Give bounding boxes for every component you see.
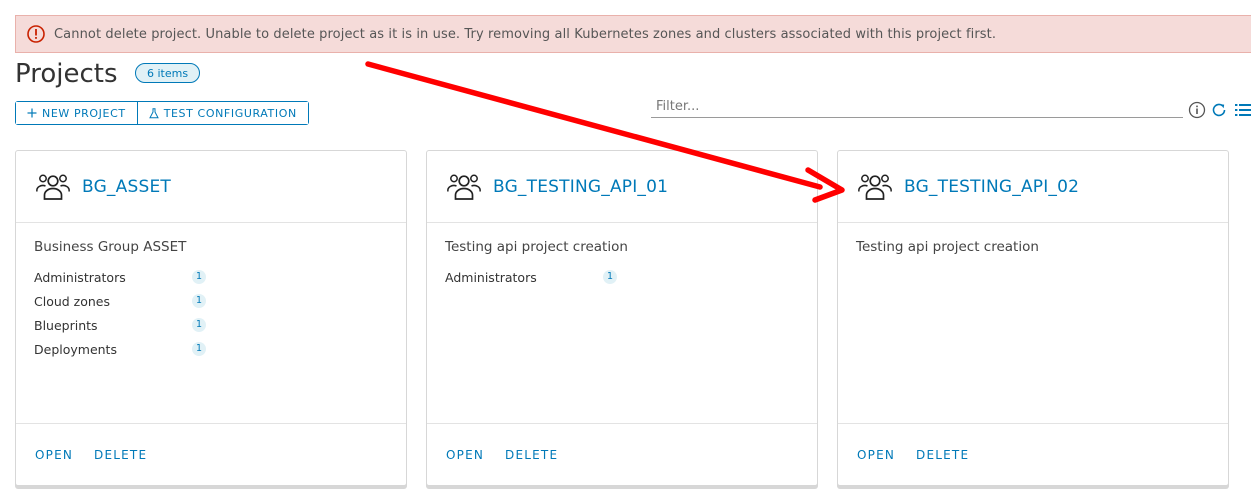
card-title[interactable]: BG_TESTING_API_01 [493,177,668,197]
filter-input[interactable] [651,96,1183,118]
card-footer: OPEN DELETE [838,423,1228,485]
stat-blueprints: Blueprints 1 [34,313,388,337]
project-card-bg-testing-api-02: BG_TESTING_API_02 Testing api project cr… [837,150,1229,486]
flask-icon [148,107,159,118]
card-description: Business Group ASSET [34,239,187,255]
card-description: Testing api project creation [856,239,1039,255]
plus-icon [27,108,37,118]
info-icon[interactable] [1188,101,1206,119]
stat-deployments: Deployments 1 [34,337,388,361]
test-configuration-button[interactable]: TEST CONFIGURATION [136,102,308,124]
item-count-badge: 6 items [135,63,201,83]
stat-label: Administrators [34,269,126,285]
stat-count-badge: 1 [192,342,206,356]
delete-button[interactable]: DELETE [94,448,147,462]
delete-button[interactable]: DELETE [916,448,969,462]
card-title[interactable]: BG_TESTING_API_02 [904,177,1079,197]
users-group-icon [447,174,481,200]
users-group-icon [36,174,70,200]
card-title[interactable]: BG_ASSET [82,177,171,197]
stat-cloud-zones: Cloud zones 1 [34,289,388,313]
project-card-bg-asset: BG_ASSET Business Group ASSET Administra… [15,150,407,486]
card-header: BG_TESTING_API_02 [838,151,1228,223]
test-configuration-label: TEST CONFIGURATION [163,106,297,120]
new-project-button[interactable]: NEW PROJECT [16,102,137,124]
stat-count-badge: 1 [192,270,206,284]
stat-label: Deployments [34,341,117,357]
page-title: Projects [15,59,118,89]
alert-message: Cannot delete project. Unable to delete … [54,26,997,42]
card-description: Testing api project creation [445,239,628,255]
open-button[interactable]: OPEN [857,448,895,462]
list-view-icon[interactable] [1234,101,1251,119]
toolbar-button-group: NEW PROJECT TEST CONFIGURATION [15,101,309,125]
stat-label: Administrators [445,269,537,285]
card-body: Business Group ASSET Administrators 1 Cl… [34,239,388,361]
stat-label: Cloud zones [34,293,111,309]
stat-label: Blueprints [34,317,98,333]
project-card-bg-testing-api-01: BG_TESTING_API_01 Testing api project cr… [426,150,818,486]
stat-administrators: Administrators 1 [34,265,388,289]
card-header: BG_ASSET [16,151,406,223]
refresh-icon[interactable] [1210,101,1228,119]
open-button[interactable]: OPEN [35,448,73,462]
error-circle-icon [27,25,45,43]
card-body: Testing api project creation Administrat… [445,239,799,289]
new-project-label: NEW PROJECT [42,106,126,120]
stat-administrators: Administrators 1 [445,265,799,289]
card-body: Testing api project creation [856,239,1210,265]
error-alert-banner: Cannot delete project. Unable to delete … [15,15,1251,53]
delete-button[interactable]: DELETE [505,448,558,462]
open-button[interactable]: OPEN [446,448,484,462]
card-footer: OPEN DELETE [16,423,406,485]
card-footer: OPEN DELETE [427,423,817,485]
stat-count-badge: 1 [192,294,206,308]
card-header: BG_TESTING_API_01 [427,151,817,223]
users-group-icon [858,174,892,200]
stat-count-badge: 1 [192,318,206,332]
stat-count-badge: 1 [603,270,617,284]
